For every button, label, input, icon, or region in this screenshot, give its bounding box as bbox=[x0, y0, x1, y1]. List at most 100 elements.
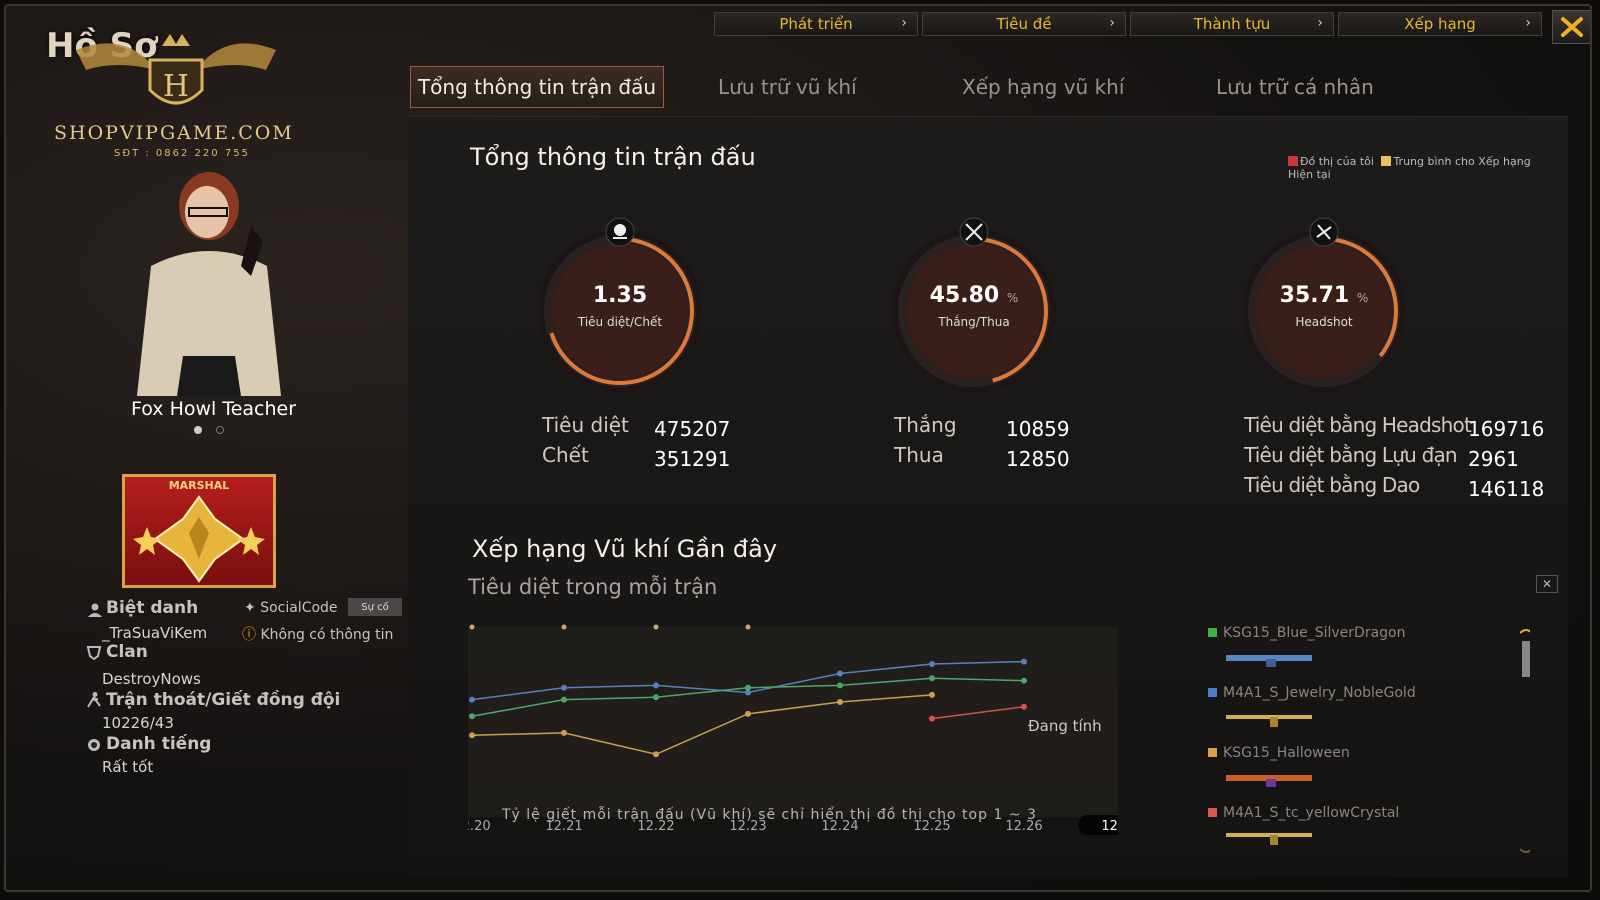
chart-top-marker bbox=[745, 624, 751, 630]
shotgun-icon bbox=[1226, 655, 1312, 667]
gauge-label: Tiêu diệt/Chết bbox=[577, 315, 663, 329]
weapon-item[interactable]: KSG15_Blue_SilverDragon bbox=[1208, 625, 1405, 641]
weapon-color-swatch bbox=[1208, 808, 1217, 817]
data-point bbox=[653, 682, 659, 689]
clan-label: Clan bbox=[106, 642, 148, 662]
social-info: ⓘ Không có thông tin bbox=[242, 624, 393, 644]
data-point bbox=[929, 715, 935, 722]
weapon-name: KSG15_Halloween bbox=[1223, 745, 1350, 761]
data-point bbox=[929, 661, 935, 667]
profile-window: Phát triển › Tiêu đề › Thành tựu › Xếp hạng… bbox=[4, 4, 1592, 892]
gauge-label: Headshot bbox=[1295, 315, 1353, 329]
gauge-unit: % bbox=[1006, 291, 1019, 305]
gauge-value: 45.80 % bbox=[884, 283, 1064, 308]
weapon-color-swatch bbox=[1208, 748, 1217, 757]
weapon-color-swatch bbox=[1208, 628, 1217, 637]
su-co-button[interactable]: Sự cố bbox=[348, 598, 402, 616]
weapon-ranking-subtitle: Tiêu diệt trong mỗi trận bbox=[468, 575, 718, 599]
gauge-ring bbox=[892, 229, 1056, 393]
carousel-dot[interactable] bbox=[216, 426, 224, 434]
chart-background bbox=[468, 627, 1118, 817]
losses-value: 12850 bbox=[1006, 447, 1070, 471]
deaths-value: 351291 bbox=[654, 447, 731, 471]
weapon-list-scrollbar[interactable] bbox=[1520, 627, 1530, 857]
profile-sidebar: Hồ Sơ H SHOPVIPGAME.COM SĐT : 0862 220 7… bbox=[6, 6, 414, 890]
chevron-right-icon: › bbox=[901, 15, 907, 31]
tab-weapon-storage[interactable]: Lưu trữ vũ khí bbox=[718, 66, 857, 108]
reputation-value: Rất tốt bbox=[102, 758, 154, 776]
overview-title: Tổng thông tin trận đấu bbox=[470, 143, 756, 171]
weapon-name: KSG15_Blue_SilverDragon bbox=[1223, 625, 1406, 641]
svg-text:H: H bbox=[163, 69, 189, 104]
top-tab-label: Thành tựu bbox=[1193, 15, 1271, 33]
legend-mine: Đồ thị của tôi bbox=[1300, 155, 1374, 168]
gauge-number: 45.80 bbox=[929, 283, 1000, 308]
x-tick-label: 12.20 bbox=[468, 819, 491, 834]
gauge-label: Thắng/Thua bbox=[938, 315, 1010, 329]
data-point bbox=[929, 675, 935, 682]
headshot-kills-value: 169716 bbox=[1468, 417, 1545, 441]
chevron-right-icon: › bbox=[1109, 15, 1115, 31]
crossed-gun-icon bbox=[1309, 217, 1339, 247]
gauge-value: 1.35 bbox=[530, 283, 710, 308]
chart-top-marker bbox=[653, 624, 659, 630]
gauge-number: 35.71 bbox=[1279, 283, 1350, 308]
data-point bbox=[561, 729, 567, 736]
data-point bbox=[837, 670, 843, 677]
carousel-dot[interactable] bbox=[194, 426, 202, 434]
knife-kills-value: 146118 bbox=[1468, 477, 1545, 501]
chart-top-marker bbox=[561, 624, 567, 630]
calculating-label: Đang tính bbox=[1028, 717, 1102, 735]
data-point bbox=[653, 694, 659, 701]
user-icon bbox=[88, 603, 102, 617]
laurel-icon bbox=[88, 739, 100, 751]
weapon-item[interactable]: KSG15_Halloween bbox=[1208, 745, 1350, 761]
clan-value: DestroyNows bbox=[102, 670, 201, 688]
top-tab-label: Xếp hạng bbox=[1404, 15, 1476, 33]
tab-overview[interactable]: Tổng thông tin trận đấu bbox=[410, 66, 664, 108]
weapon-item[interactable]: M4A1_S_Jewelry_NobleGold bbox=[1208, 685, 1416, 701]
close-legend-button[interactable]: ✕ bbox=[1536, 575, 1558, 593]
close-button[interactable] bbox=[1552, 10, 1590, 44]
data-point bbox=[837, 682, 843, 689]
top-tab-label: Tiêu đề bbox=[996, 15, 1052, 33]
nickname-value: _TraSuaViKem bbox=[102, 624, 208, 642]
wins-label: Thắng bbox=[894, 413, 957, 437]
weapon-ranking-title: Xếp hạng Vũ khí Gần đây bbox=[472, 535, 778, 563]
top-tab-tieu-de[interactable]: Tiêu đề › bbox=[922, 12, 1126, 36]
nickname-label: Biệt danh bbox=[106, 598, 199, 618]
gauge-ring bbox=[538, 229, 702, 393]
legend-swatch-mine bbox=[1288, 156, 1298, 166]
tab-personal-storage[interactable]: Lưu trữ cá nhân bbox=[1216, 66, 1374, 108]
data-point bbox=[745, 710, 751, 717]
data-point bbox=[1021, 677, 1027, 684]
weapon-name: M4A1_S_Jewelry_NobleGold bbox=[1223, 685, 1416, 701]
gauge-ring bbox=[1242, 229, 1406, 393]
weapon-kills-chart: 12.2012.2112.2212.2312.2412.2512.2612.27 bbox=[468, 624, 1118, 835]
x-tick-label: 12.27 bbox=[1101, 819, 1118, 834]
data-point bbox=[561, 696, 567, 703]
top-tab-thanh-tuu[interactable]: Thành tựu › bbox=[1130, 12, 1334, 36]
data-point bbox=[469, 696, 475, 703]
rifle-icon bbox=[1226, 715, 1312, 727]
top-tab-label: Phát triển bbox=[779, 15, 853, 33]
top-tab-xep-hang[interactable]: Xếp hạng › bbox=[1338, 12, 1542, 36]
data-point bbox=[1021, 658, 1027, 665]
wins-value: 10859 bbox=[1006, 417, 1070, 441]
shotgun-icon bbox=[1226, 775, 1312, 787]
losses-label: Thua bbox=[894, 443, 944, 467]
top-tab-phat-trien[interactable]: Phát triển › bbox=[714, 12, 918, 36]
question-icon: ⓘ bbox=[242, 627, 256, 643]
data-point bbox=[653, 751, 659, 758]
character-name: Fox Howl Teacher bbox=[131, 398, 297, 420]
grenade-kills-value: 2961 bbox=[1468, 447, 1519, 471]
reputation-label: Danh tiếng bbox=[106, 734, 212, 754]
weapon-name: M4A1_S_tc_yellowCrystal bbox=[1223, 805, 1400, 821]
data-point bbox=[929, 691, 935, 698]
character-avatar bbox=[137, 172, 281, 396]
escape-value: 10226/43 bbox=[102, 714, 174, 732]
tab-weapon-ranking[interactable]: Xếp hạng vũ khí bbox=[962, 66, 1124, 108]
top-nav: Phát triển › Tiêu đề › Thành tựu › Xếp hạng… bbox=[714, 12, 1542, 36]
chart-legend: Đồ thị của tôi Trung bình cho Xếp hạng H… bbox=[1288, 155, 1548, 181]
weapon-item[interactable]: M4A1_S_tc_yellowCrystal bbox=[1208, 805, 1399, 821]
